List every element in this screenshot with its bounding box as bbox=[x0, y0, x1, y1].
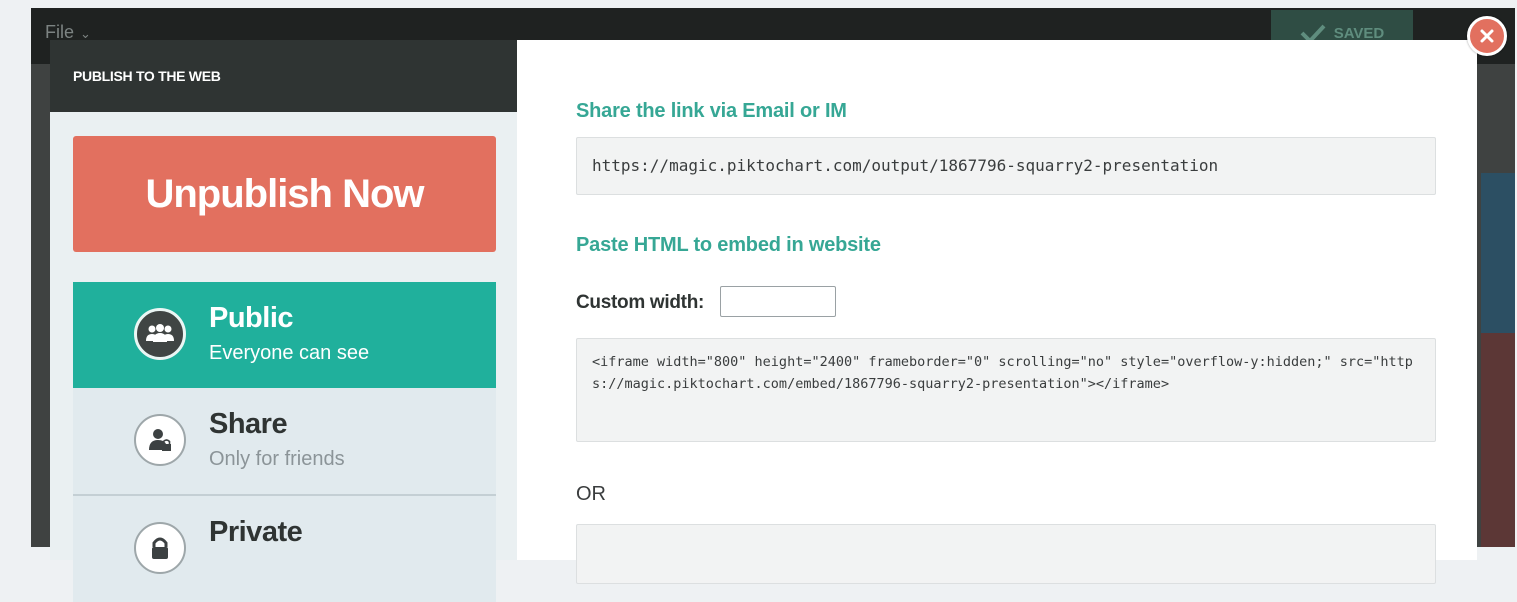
option-share[interactable]: Share Only for friends bbox=[73, 388, 496, 496]
close-button[interactable] bbox=[1467, 16, 1507, 56]
share-link-field[interactable]: https://magic.piktochart.com/output/1867… bbox=[576, 137, 1436, 195]
embed-code-field[interactable]: <iframe width="800" height="2400" frameb… bbox=[576, 338, 1436, 442]
share-link-title: Share the link via Email or IM bbox=[576, 100, 847, 122]
publish-modal: PUBLISH TO THE WEB Unpublish Now Public … bbox=[50, 40, 1477, 602]
publish-options-pane: PUBLISH TO THE WEB Unpublish Now Public … bbox=[50, 40, 517, 602]
background-panel bbox=[1481, 173, 1515, 333]
group-icon bbox=[134, 308, 186, 360]
user-lock-icon bbox=[134, 414, 186, 466]
option-title: Share bbox=[209, 408, 288, 440]
unpublish-button[interactable]: Unpublish Now bbox=[73, 136, 496, 252]
saved-label: SAVED bbox=[1333, 24, 1385, 42]
modal-title: PUBLISH TO THE WEB bbox=[73, 68, 221, 84]
or-label: OR bbox=[576, 483, 606, 505]
embed-title: Paste HTML to embed in website bbox=[576, 234, 881, 256]
lock-icon bbox=[134, 522, 186, 574]
option-subtitle: Only for friends bbox=[209, 448, 345, 470]
close-icon bbox=[1480, 29, 1494, 43]
file-menu-label: File bbox=[45, 22, 75, 42]
option-title: Public bbox=[209, 302, 294, 334]
modal-header: PUBLISH TO THE WEB bbox=[50, 40, 517, 112]
option-private[interactable]: Private bbox=[73, 496, 496, 602]
background-panel bbox=[1481, 333, 1515, 547]
option-subtitle: Everyone can see bbox=[209, 342, 370, 364]
option-title: Private bbox=[209, 516, 303, 548]
chevron-down-icon: ⌄ bbox=[80, 26, 91, 41]
custom-width-input[interactable] bbox=[720, 286, 836, 317]
alt-embed-code-field[interactable] bbox=[576, 524, 1436, 584]
share-settings-pane: Share the link via Email or IM https://m… bbox=[517, 40, 1477, 584]
option-public[interactable]: Public Everyone can see bbox=[73, 282, 496, 388]
custom-width-label: Custom width: bbox=[576, 292, 705, 313]
